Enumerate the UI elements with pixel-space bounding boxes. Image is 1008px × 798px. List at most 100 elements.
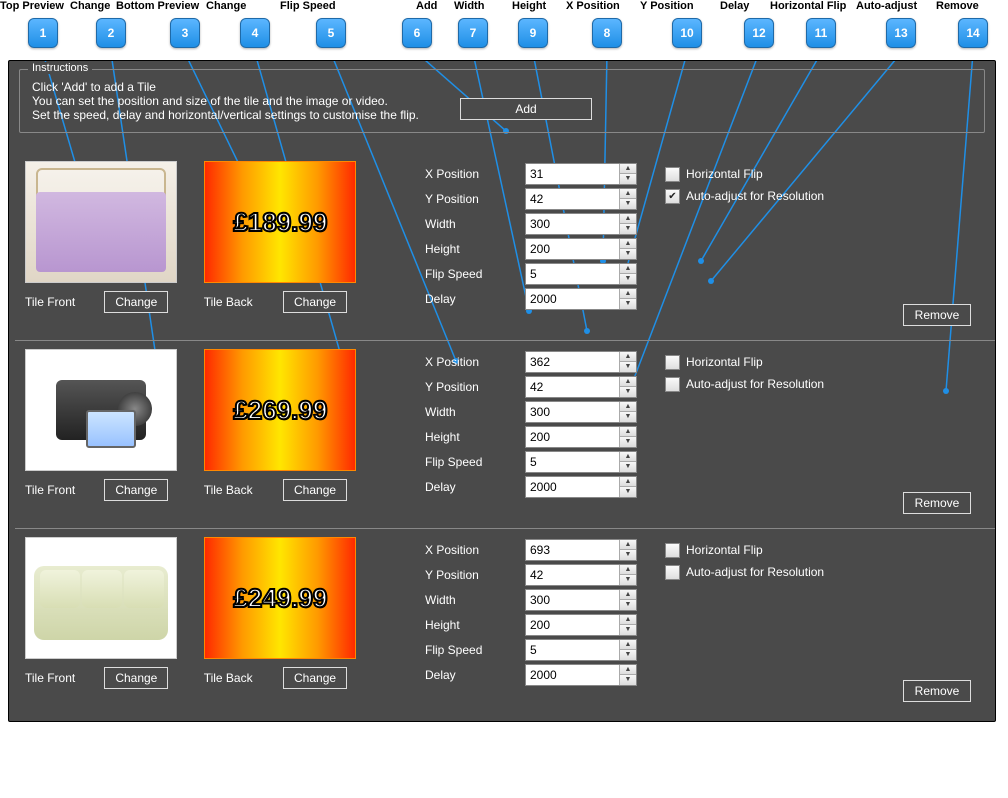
- horizontal-flip-checkbox[interactable]: [665, 167, 680, 182]
- number-value[interactable]: [526, 427, 619, 447]
- tile-back-preview: £269.99: [204, 349, 356, 471]
- horizontal-flip-checkbox[interactable]: [665, 543, 680, 558]
- spinner-down-icon[interactable]: ▼: [620, 224, 636, 234]
- number-value[interactable]: [526, 402, 619, 422]
- remove-button[interactable]: Remove: [903, 304, 971, 326]
- spinner-up-icon[interactable]: ▲: [620, 615, 636, 626]
- number-input[interactable]: ▲ ▼: [525, 376, 637, 398]
- number-input[interactable]: ▲ ▼: [525, 589, 637, 611]
- remove-button[interactable]: Remove: [903, 492, 971, 514]
- tile-fields: X Position ▲ ▼ Y Position ▲ ▼ Width ▲ ▼: [425, 349, 637, 499]
- spinner-down-icon[interactable]: ▼: [620, 174, 636, 184]
- spinner-down-icon[interactable]: ▼: [620, 650, 636, 660]
- number-input[interactable]: ▲ ▼: [525, 614, 637, 636]
- number-value[interactable]: [526, 352, 619, 372]
- number-input[interactable]: ▲ ▼: [525, 401, 637, 423]
- number-value[interactable]: [526, 164, 619, 184]
- number-value[interactable]: [526, 477, 619, 497]
- number-value[interactable]: [526, 239, 619, 259]
- add-button[interactable]: Add: [460, 98, 592, 120]
- number-input[interactable]: ▲ ▼: [525, 163, 637, 185]
- spinner-up-icon[interactable]: ▲: [620, 452, 636, 463]
- callout-label: Width: [454, 0, 484, 12]
- spinner-up-icon[interactable]: ▲: [620, 565, 636, 576]
- change-back-button[interactable]: Change: [283, 479, 347, 501]
- number-value[interactable]: [526, 452, 619, 472]
- number-input[interactable]: ▲ ▼: [525, 476, 637, 498]
- number-input[interactable]: ▲ ▼: [525, 238, 637, 260]
- number-input[interactable]: ▲ ▼: [525, 539, 637, 561]
- spinner-up-icon[interactable]: ▲: [620, 640, 636, 651]
- auto-adjust-checkbox[interactable]: ✔: [665, 189, 680, 204]
- spinner-up-icon[interactable]: ▲: [620, 264, 636, 275]
- auto-adjust-checkbox[interactable]: [665, 377, 680, 392]
- change-front-button[interactable]: Change: [104, 667, 168, 689]
- spinner-down-icon[interactable]: ▼: [620, 299, 636, 309]
- spinner-up-icon[interactable]: ▲: [620, 189, 636, 200]
- number-value[interactable]: [526, 214, 619, 234]
- number-value[interactable]: [526, 615, 619, 635]
- spinner-down-icon[interactable]: ▼: [620, 462, 636, 472]
- spinner-down-icon[interactable]: ▼: [620, 575, 636, 585]
- number-input[interactable]: ▲ ▼: [525, 451, 637, 473]
- auto-adjust-label: Auto-adjust for Resolution: [686, 565, 824, 579]
- spinner-down-icon[interactable]: ▼: [620, 437, 636, 447]
- spinner-down-icon[interactable]: ▼: [620, 487, 636, 497]
- spinner-up-icon[interactable]: ▲: [620, 540, 636, 551]
- number-input[interactable]: ▲ ▼: [525, 288, 637, 310]
- number-input[interactable]: ▲ ▼: [525, 639, 637, 661]
- number-value[interactable]: [526, 640, 619, 660]
- change-back-button[interactable]: Change: [283, 291, 347, 313]
- horizontal-flip-checkbox[interactable]: [665, 355, 680, 370]
- spinner-up-icon[interactable]: ▲: [620, 239, 636, 250]
- spinner-up-icon[interactable]: ▲: [620, 427, 636, 438]
- spinner-up-icon[interactable]: ▲: [620, 164, 636, 175]
- callout-label: X Position: [566, 0, 620, 12]
- number-input[interactable]: ▲ ▼: [525, 351, 637, 373]
- spinner-up-icon[interactable]: ▲: [620, 214, 636, 225]
- spinner-down-icon[interactable]: ▼: [620, 600, 636, 610]
- spinner-up-icon[interactable]: ▲: [620, 289, 636, 300]
- number-input[interactable]: ▲ ▼: [525, 213, 637, 235]
- number-value[interactable]: [526, 540, 619, 560]
- number-value[interactable]: [526, 189, 619, 209]
- tiles-scroll[interactable]: £189.99 Tile Front Change Tile Back Chan…: [15, 153, 995, 713]
- number-value[interactable]: [526, 289, 619, 309]
- field-label: X Position: [425, 167, 525, 181]
- spinner-down-icon[interactable]: ▼: [620, 274, 636, 284]
- callout-number: 4: [240, 18, 270, 48]
- number-value[interactable]: [526, 565, 619, 585]
- spinner-down-icon[interactable]: ▼: [620, 550, 636, 560]
- change-front-button[interactable]: Change: [104, 291, 168, 313]
- change-back-button[interactable]: Change: [283, 667, 347, 689]
- spinner-up-icon[interactable]: ▲: [620, 377, 636, 388]
- number-input[interactable]: ▲ ▼: [525, 564, 637, 586]
- spinner-down-icon[interactable]: ▼: [620, 412, 636, 422]
- number-input[interactable]: ▲ ▼: [525, 263, 637, 285]
- auto-adjust-checkbox[interactable]: [665, 565, 680, 580]
- spinner-up-icon[interactable]: ▲: [620, 352, 636, 363]
- tile-back-caption: Tile Back: [204, 295, 276, 309]
- number-value[interactable]: [526, 590, 619, 610]
- spinner-down-icon[interactable]: ▼: [620, 625, 636, 635]
- tile-front-caption: Tile Front: [25, 483, 97, 497]
- spinner-up-icon[interactable]: ▲: [620, 590, 636, 601]
- field-label: Width: [425, 405, 525, 419]
- number-value[interactable]: [526, 264, 619, 284]
- change-front-button[interactable]: Change: [104, 479, 168, 501]
- spinner-down-icon[interactable]: ▼: [620, 387, 636, 397]
- number-input[interactable]: ▲ ▼: [525, 426, 637, 448]
- spinner-down-icon[interactable]: ▼: [620, 362, 636, 372]
- spinner-up-icon[interactable]: ▲: [620, 402, 636, 413]
- callout-label: Change: [206, 0, 246, 12]
- remove-button[interactable]: Remove: [903, 680, 971, 702]
- spinner-down-icon[interactable]: ▼: [620, 249, 636, 259]
- number-value[interactable]: [526, 665, 619, 685]
- number-input[interactable]: ▲ ▼: [525, 664, 637, 686]
- number-input[interactable]: ▲ ▼: [525, 188, 637, 210]
- spinner-up-icon[interactable]: ▲: [620, 665, 636, 676]
- spinner-down-icon[interactable]: ▼: [620, 675, 636, 685]
- spinner-up-icon[interactable]: ▲: [620, 477, 636, 488]
- spinner-down-icon[interactable]: ▼: [620, 199, 636, 209]
- number-value[interactable]: [526, 377, 619, 397]
